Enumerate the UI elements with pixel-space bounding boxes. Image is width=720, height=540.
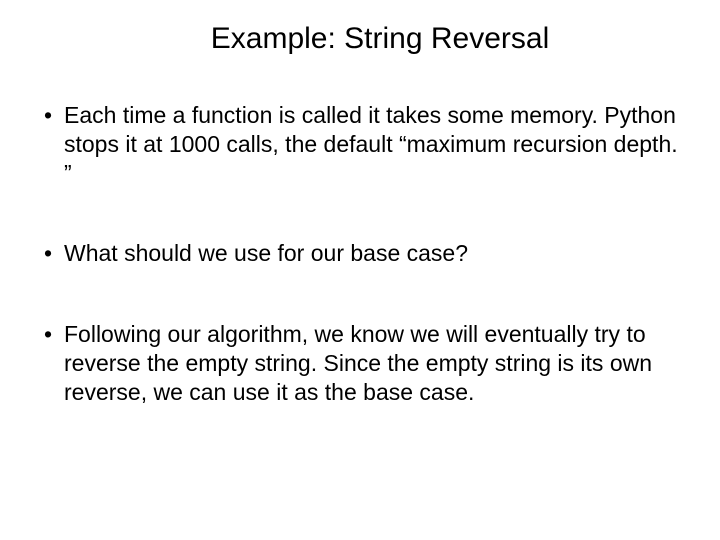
bullet-item: Each time a function is called it takes … [40, 101, 680, 187]
bullet-item: Following our algorithm, we know we will… [40, 320, 680, 406]
slide-title: Example: String Reversal [80, 22, 680, 56]
bullet-item: What should we use for our base case? [40, 239, 680, 268]
bullet-list: Each time a function is called it takes … [40, 101, 680, 406]
